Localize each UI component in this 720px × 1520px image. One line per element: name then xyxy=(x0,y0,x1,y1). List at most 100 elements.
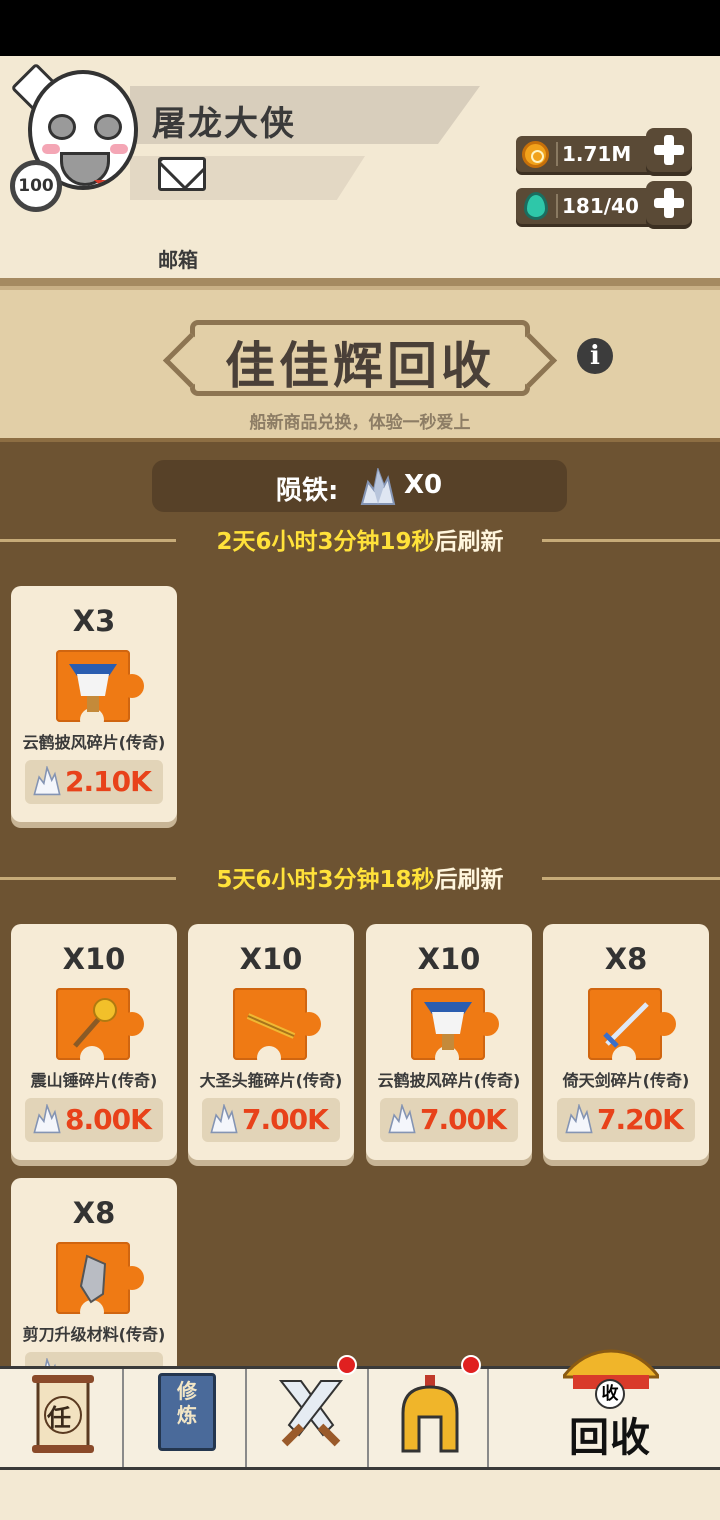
avatar-cheek xyxy=(42,144,60,154)
gold-counter: 1.71M xyxy=(516,136,662,172)
meteorite-icon xyxy=(358,466,398,510)
buy-button[interactable] xyxy=(25,1352,163,1366)
item-name: 云鹤披风碎片(传奇) xyxy=(377,1071,521,1090)
item-quantity: X10 xyxy=(417,942,481,976)
item-quantity: X3 xyxy=(72,604,116,638)
nav-task[interactable]: 任 xyxy=(0,1369,124,1467)
item-glyph xyxy=(56,650,130,722)
cloak-icon xyxy=(56,650,144,732)
item-price: 7.00K xyxy=(242,1103,329,1136)
item-glyph xyxy=(588,988,662,1060)
task-label: 任 xyxy=(47,1404,71,1432)
mailbox-label[interactable]: 邮箱 xyxy=(158,244,198,273)
shop-item-card[interactable]: X3 云鹤披风碎片(传奇) 2.10K xyxy=(11,586,177,822)
refresh-timer: 5天6小时3分钟18秒后刷新 xyxy=(0,858,720,898)
buy-button[interactable]: 7.00K xyxy=(380,1098,518,1142)
timer-suffix: 后刷新 xyxy=(434,867,504,893)
item-name: 剪刀升级材料(传奇) xyxy=(22,1325,166,1344)
refresh-timer-text: 2天6小时3分钟19秒后刷新 xyxy=(180,522,540,556)
level-badge: 100 xyxy=(10,160,62,212)
avatar-eye xyxy=(94,114,122,140)
item-glyph xyxy=(56,988,130,1060)
add-gold-button[interactable] xyxy=(646,128,692,172)
meteorite-icon xyxy=(31,764,63,800)
item-name: 倚天剑碎片(传奇) xyxy=(562,1071,690,1090)
buy-button[interactable]: 7.20K xyxy=(557,1098,695,1142)
currency-count: X0 xyxy=(404,470,443,500)
item-quantity: X10 xyxy=(239,942,303,976)
timer-suffix: 后刷新 xyxy=(434,529,504,555)
timer-value: 5天6小时3分钟18秒 xyxy=(216,867,435,893)
avatar-eye xyxy=(48,114,76,140)
item-glyph xyxy=(411,988,485,1060)
divider xyxy=(0,877,176,880)
crossed-swords-icon xyxy=(278,1380,344,1447)
shop-item-card[interactable]: X8 倚天剑碎片(传奇) 7.20K xyxy=(543,924,709,1160)
add-stamina-button[interactable] xyxy=(646,181,692,225)
item-price: 7.00K xyxy=(420,1103,507,1136)
sword-icon xyxy=(588,988,676,1070)
status-bar xyxy=(0,0,720,56)
shop-item-card[interactable]: X10 震山锤碎片(传奇) 8.00K xyxy=(11,924,177,1160)
shop-content[interactable]: 陨铁: X0 2天6小时3分钟19秒后刷新 X3 云鹤披风碎片(传奇) 2.10… xyxy=(0,442,720,1366)
helmet-icon xyxy=(401,1375,459,1453)
player-name: 屠龙大侠 xyxy=(152,104,296,144)
info-icon[interactable]: i xyxy=(577,338,613,374)
item-name: 云鹤披风碎片(传奇) xyxy=(22,733,166,752)
gem-icon xyxy=(524,192,548,220)
meteorite-icon xyxy=(386,1102,418,1138)
item-quantity: X10 xyxy=(62,942,126,976)
notification-dot xyxy=(461,1355,481,1375)
nav-equipment[interactable] xyxy=(369,1355,489,1467)
avatar-cheek xyxy=(110,144,128,154)
nav-battle[interactable] xyxy=(247,1355,369,1467)
shop-item-card[interactable]: X8 剪刀升级材料(传奇) xyxy=(11,1178,177,1366)
item-quantity: X8 xyxy=(604,942,648,976)
avatar[interactable]: 100 xyxy=(10,62,138,212)
nav-recycle[interactable]: 收 回收 xyxy=(489,1349,720,1467)
avatar-tie xyxy=(94,180,126,186)
currency-bar: 陨铁: X0 xyxy=(152,460,567,512)
refresh-timer: 2天6小时3分钟19秒后刷新 xyxy=(0,520,720,560)
item-glyph xyxy=(56,1242,130,1314)
divider xyxy=(556,142,558,166)
buy-button[interactable]: 2.10K xyxy=(25,760,163,804)
divider xyxy=(556,194,558,218)
item-price: 7.20K xyxy=(597,1103,684,1136)
meteorite-icon xyxy=(31,1356,63,1366)
coin-icon xyxy=(522,141,549,168)
shop-item-card[interactable]: X10 云鹤披风碎片(传奇) 7.00K xyxy=(366,924,532,1160)
hammer-icon xyxy=(56,988,144,1070)
bottom-nav: 任 修炼 收 回收 xyxy=(0,1349,720,1470)
stamina-value: 181/40 xyxy=(562,194,639,218)
buy-button[interactable]: 8.00K xyxy=(25,1098,163,1142)
divider xyxy=(0,539,176,542)
timer-value: 2天6小时3分钟19秒 xyxy=(216,529,435,555)
meteorite-icon xyxy=(31,1102,63,1138)
item-price: 2.10K xyxy=(65,765,152,798)
cultivate-label: 修炼 xyxy=(177,1379,197,1427)
meteorite-icon xyxy=(208,1102,240,1138)
buy-button[interactable]: 7.00K xyxy=(202,1098,340,1142)
shop-subtitle: 船新商品兑换，体验一秒爱上 xyxy=(249,413,471,433)
ore-icon xyxy=(56,1242,144,1324)
nav-cultivate[interactable]: 修炼 xyxy=(124,1369,247,1467)
bottom-margin xyxy=(0,1470,720,1520)
cloak-icon xyxy=(411,988,499,1070)
refresh-timer-text: 5天6小时3分钟18秒后刷新 xyxy=(180,860,540,894)
item-quantity: X8 xyxy=(72,1196,116,1230)
banner-strip xyxy=(0,278,720,286)
stamina-counter: 181/40 xyxy=(516,188,662,224)
recycle-label: 回收 xyxy=(569,1415,651,1461)
shop-title: 佳佳辉回收 xyxy=(225,337,495,395)
shop-item-card[interactable]: X10 大圣头箍碎片(传奇) 7.00K xyxy=(188,924,354,1160)
item-name: 大圣头箍碎片(传奇) xyxy=(199,1071,343,1090)
divider xyxy=(542,539,720,542)
meteorite-icon xyxy=(563,1102,595,1138)
staff-icon xyxy=(233,988,321,1070)
notification-dot xyxy=(337,1355,357,1375)
item-name: 震山锤碎片(传奇) xyxy=(30,1071,158,1090)
currency-label: 陨铁: xyxy=(276,476,339,506)
item-glyph xyxy=(233,988,307,1060)
mailbox-icon[interactable] xyxy=(158,157,206,191)
